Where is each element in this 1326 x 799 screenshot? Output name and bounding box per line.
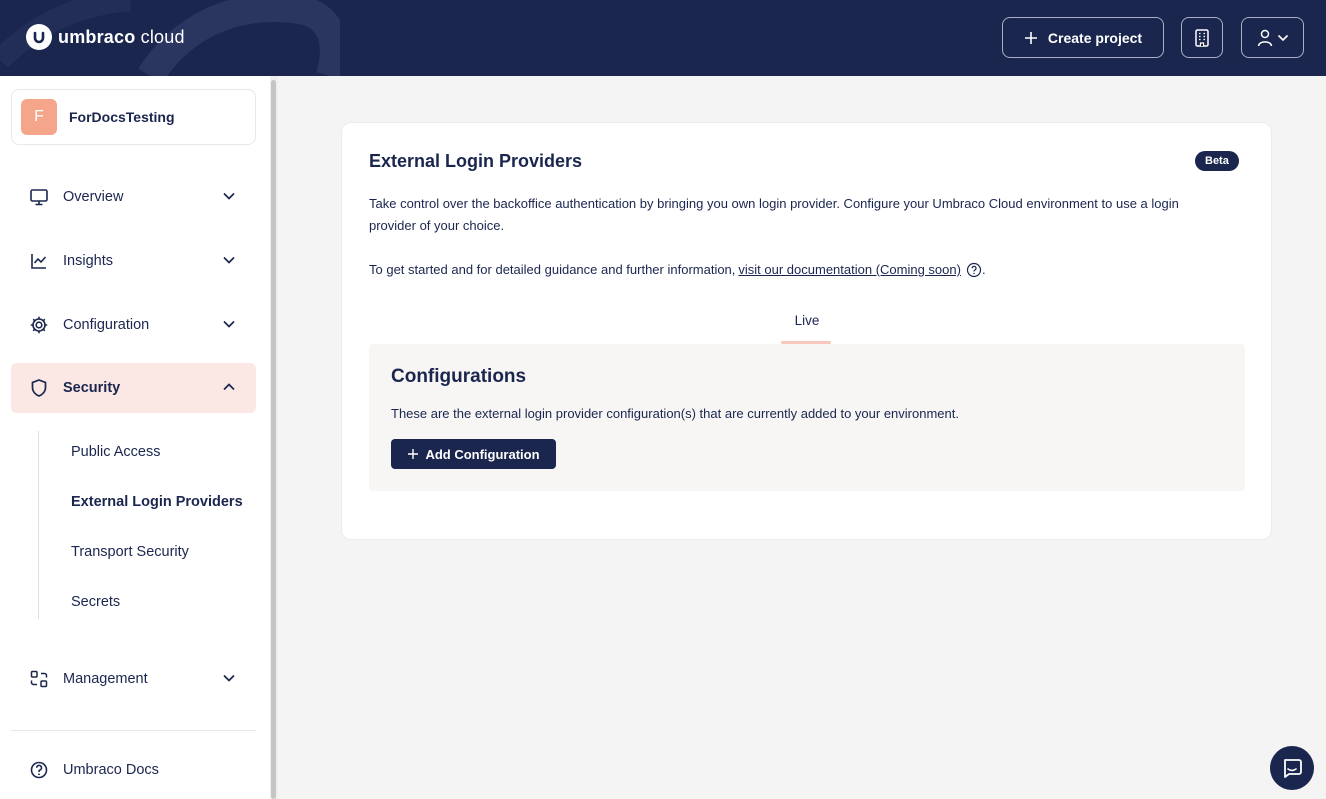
tab-live[interactable]: Live — [782, 313, 832, 328]
submenu-guide-line — [38, 431, 39, 619]
sidebar-scrollbar[interactable] — [270, 76, 278, 799]
shield-icon — [31, 379, 47, 397]
chart-icon — [31, 254, 47, 269]
chevron-up-icon — [223, 383, 235, 391]
chevron-down-icon — [223, 320, 235, 328]
add-configuration-label: Add Configuration — [425, 446, 540, 462]
sidebar-item-insights[interactable]: Insights — [11, 236, 256, 286]
monitor-icon — [30, 189, 48, 206]
sidebar-subitem-transport-security[interactable]: Transport Security — [71, 544, 189, 560]
chevron-down-icon — [223, 192, 235, 200]
sidebar-item-security[interactable]: Security — [11, 363, 256, 413]
chevron-down-icon — [1277, 34, 1288, 41]
sidebar-subitem-external-login-providers[interactable]: External Login Providers — [71, 494, 243, 510]
page-title: External Login Providers — [369, 151, 583, 171]
building-icon — [1195, 28, 1209, 47]
external-login-card: External Login Providers Beta Take contr… — [341, 122, 1272, 540]
configurations-panel: Configurations These are the external lo… — [369, 344, 1245, 491]
top-header: umbraco cloud Create project — [0, 0, 1326, 76]
user-menu-button[interactable] — [1241, 17, 1304, 58]
umbraco-logo-icon — [26, 24, 52, 50]
project-name: ForDocsTesting — [69, 109, 175, 125]
sidebar-item-label: Configuration — [63, 317, 150, 333]
chevron-down-icon — [223, 674, 235, 682]
chevron-down-icon — [223, 256, 235, 264]
organization-button[interactable] — [1181, 17, 1223, 58]
logo-text: umbraco cloud — [58, 26, 185, 47]
umbraco-logo[interactable]: umbraco cloud — [26, 24, 185, 50]
scrollbar-thumb[interactable] — [271, 80, 276, 799]
documentation-link[interactable]: visit our documentation (Coming soon) — [738, 259, 961, 281]
help-icon — [966, 262, 982, 278]
page-description: Take control over the backoffice authent… — [369, 196, 1179, 233]
project-avatar: F — [21, 99, 57, 135]
gear-icon — [30, 316, 48, 334]
sidebar-subitem-public-access[interactable]: Public Access — [71, 444, 160, 460]
sidebar-subitem-secrets[interactable]: Secrets — [71, 594, 120, 610]
plus-icon — [1024, 31, 1037, 44]
guide-suffix: . — [981, 262, 986, 277]
sidebar-item-label: Umbraco Docs — [63, 762, 159, 778]
create-project-label: Create project — [1047, 29, 1143, 46]
sidebar: F ForDocsTesting Overview Insights Confi… — [0, 76, 270, 799]
beta-badge: Beta — [1195, 151, 1239, 171]
sidebar-item-umbraco-docs[interactable]: Umbraco Docs — [11, 745, 256, 795]
help-icon — [30, 761, 48, 779]
sidebar-item-label: Insights — [63, 253, 113, 269]
guide-prefix: To get started and for detailed guidance… — [369, 262, 736, 277]
chat-icon — [1284, 759, 1302, 778]
sidebar-item-label: Management — [63, 671, 148, 687]
project-selector[interactable]: F ForDocsTesting — [11, 89, 256, 145]
plus-icon — [408, 449, 419, 459]
configurations-description: These are the external login provider co… — [391, 406, 959, 421]
documentation-guide: To get started and for detailed guidance… — [369, 259, 986, 281]
create-project-button[interactable]: Create project — [1002, 17, 1164, 58]
chat-launcher-button[interactable] — [1270, 746, 1314, 790]
sidebar-divider — [11, 730, 256, 731]
user-icon — [1257, 29, 1272, 46]
management-icon — [30, 670, 48, 688]
sidebar-item-management[interactable]: Management — [11, 654, 256, 704]
sidebar-item-label: Overview — [63, 189, 124, 205]
sidebar-item-overview[interactable]: Overview — [11, 172, 256, 222]
configurations-title: Configurations — [391, 366, 527, 387]
sidebar-item-label: Security — [63, 380, 121, 396]
sidebar-item-configuration[interactable]: Configuration — [11, 300, 256, 350]
add-configuration-button[interactable]: Add Configuration — [391, 439, 556, 469]
